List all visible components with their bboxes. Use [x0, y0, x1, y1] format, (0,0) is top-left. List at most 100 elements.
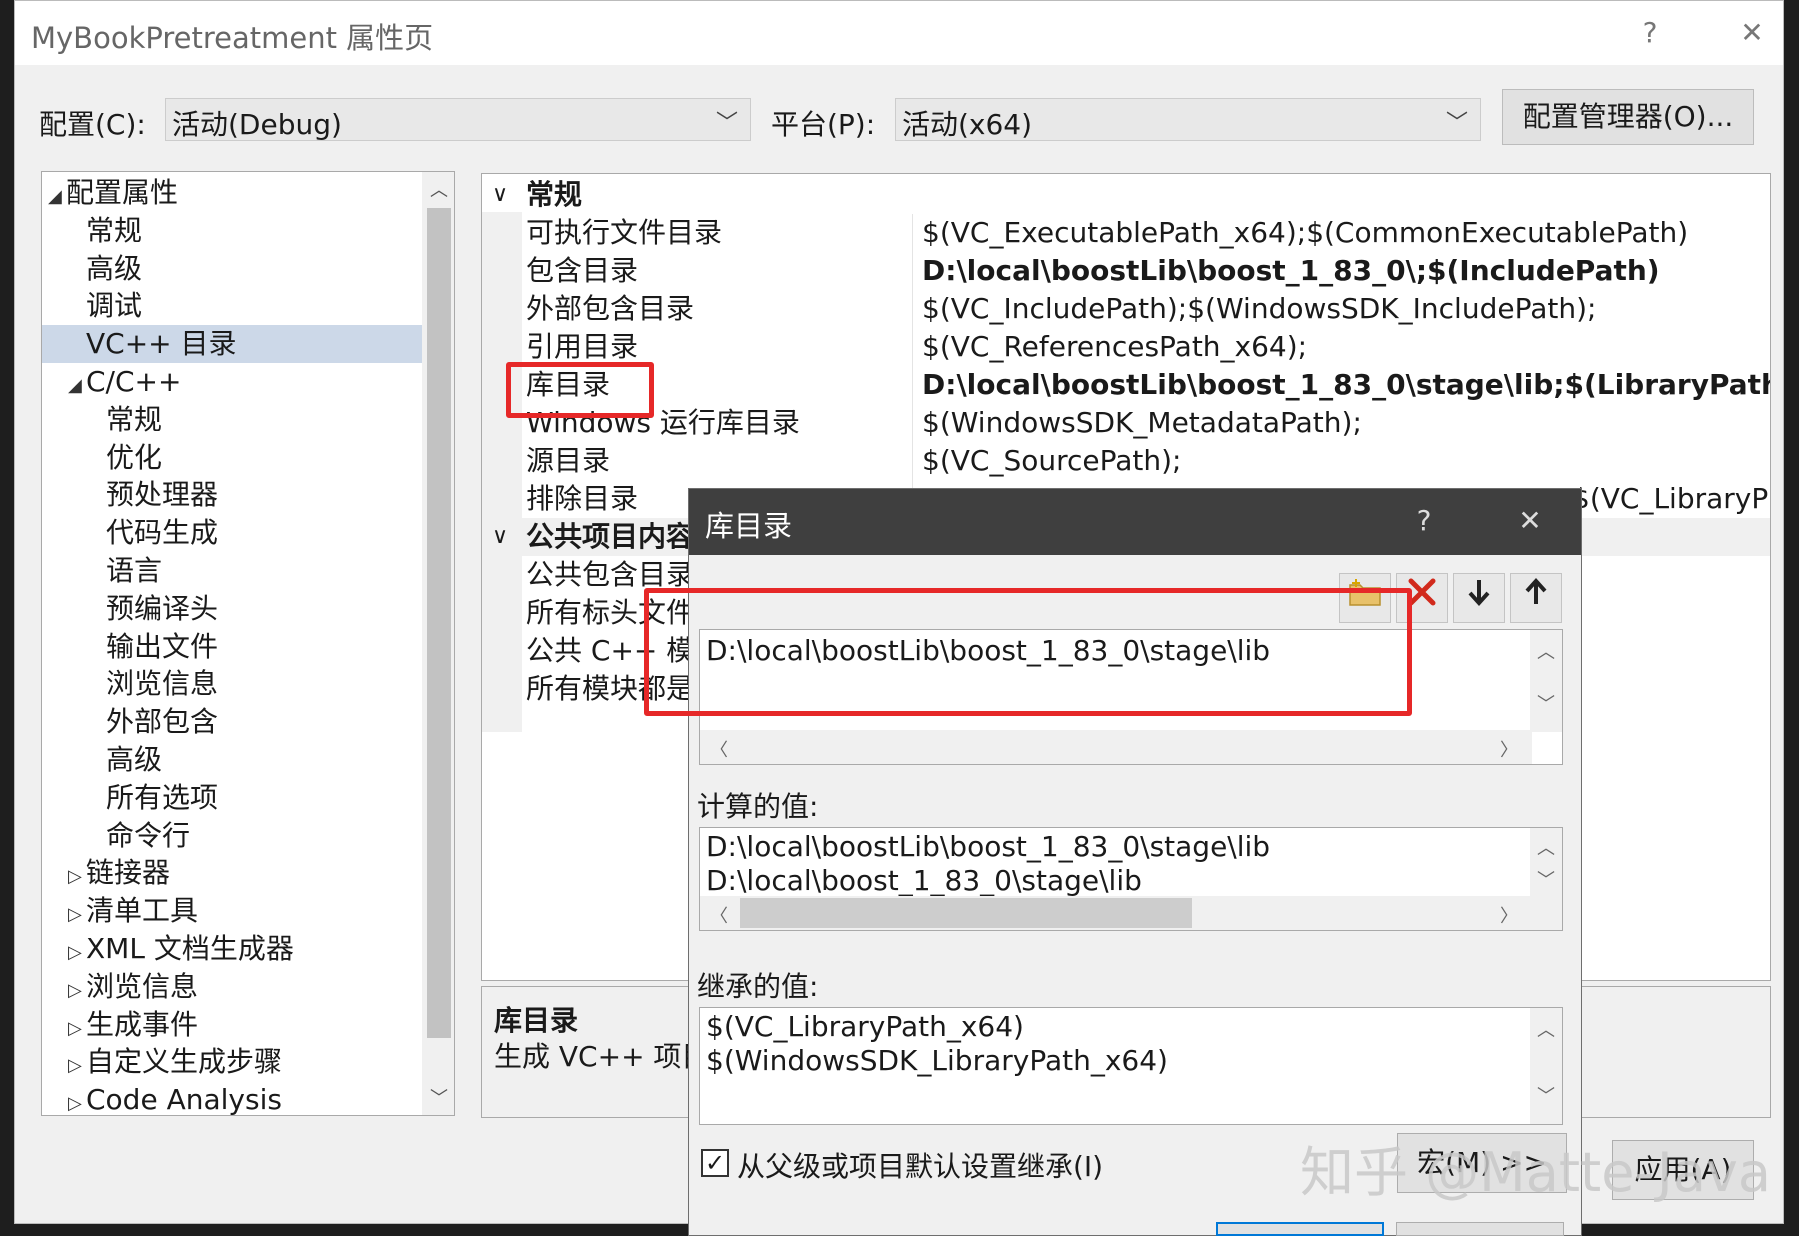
- inherit-checkbox[interactable]: ✓: [701, 1149, 729, 1177]
- column-divider[interactable]: [912, 252, 913, 290]
- computed-hscroll-thumb[interactable]: [740, 898, 1192, 928]
- computed-hscroll[interactable]: 〈 〉: [700, 896, 1562, 930]
- tree-item[interactable]: ◢ 配置属性: [42, 174, 422, 212]
- config-combo[interactable]: 活动(Debug) ﹀: [165, 98, 751, 141]
- chevron-right-icon[interactable]: 〉: [1500, 902, 1518, 928]
- list-item[interactable]: $(VC_LibraryPath_x64): [706, 1010, 1024, 1044]
- tree-item[interactable]: ▷ 清单工具: [42, 892, 422, 930]
- tree-item[interactable]: 外部包含: [42, 703, 422, 741]
- list-item[interactable]: D:\local\boost_1_83_0\stage\lib: [706, 864, 1142, 898]
- expander-icon[interactable]: ▷: [68, 972, 86, 1010]
- chevron-down-icon[interactable]: ∨: [492, 518, 508, 556]
- computed-values-box[interactable]: D:\local\boostLib\boost_1_83_0\stage\lib…: [699, 827, 1563, 931]
- chevron-right-icon[interactable]: 〉: [1500, 736, 1518, 762]
- tree-scrollbar[interactable]: ︿ ﹀: [422, 172, 454, 1115]
- expander-icon[interactable]: ▷: [68, 1085, 86, 1115]
- property-value[interactable]: $(VC_LibraryP: [1572, 480, 1768, 518]
- category-general[interactable]: ∨ 常规: [482, 176, 1770, 214]
- cancel-button[interactable]: [1396, 1222, 1564, 1236]
- expander-icon[interactable]: ◢: [68, 367, 86, 405]
- computed-vscroll[interactable]: ︿ ﹀: [1530, 828, 1562, 898]
- tree-scroll-thumb[interactable]: [427, 208, 451, 1038]
- list-item[interactable]: D:\local\boostLib\boost_1_83_0\stage\lib: [706, 830, 1270, 864]
- tree-item[interactable]: 调试: [42, 287, 422, 325]
- close-icon[interactable]: ✕: [1505, 499, 1555, 543]
- chevron-up-icon[interactable]: ︿: [430, 176, 448, 202]
- tree-item[interactable]: 预处理器: [42, 476, 422, 514]
- tree-item[interactable]: 命令行: [42, 817, 422, 855]
- move-up-icon[interactable]: [1510, 573, 1562, 623]
- tree-item[interactable]: VC++ 目录: [42, 325, 422, 364]
- chevron-left-icon[interactable]: 〈: [710, 736, 728, 762]
- column-divider[interactable]: [912, 442, 913, 480]
- chevron-down-icon[interactable]: ﹀: [1530, 1082, 1562, 1108]
- entries-vscroll[interactable]: ︿ ﹀: [1530, 630, 1562, 732]
- expander-icon[interactable]: ▷: [68, 1010, 86, 1048]
- move-down-icon[interactable]: [1453, 573, 1505, 623]
- inherited-values-box[interactable]: $(VC_LibraryPath_x64) $(WindowsSDK_Librar…: [699, 1007, 1563, 1125]
- column-divider[interactable]: [912, 328, 913, 366]
- tree-item[interactable]: 常规: [42, 212, 422, 250]
- property-value[interactable]: $(WindowsSDK_MetadataPath);: [922, 404, 1362, 442]
- property-row[interactable]: 包含目录 D:\local\boostLib\boost_1_83_0\;$(In…: [482, 252, 1770, 290]
- property-row[interactable]: 引用目录 $(VC_ReferencesPath_x64);: [482, 328, 1770, 366]
- property-value[interactable]: $(VC_ExecutablePath_x64);$(CommonExecuta…: [922, 214, 1688, 252]
- tree-item[interactable]: ▷ Code Analysis: [42, 1081, 422, 1115]
- close-icon[interactable]: ✕: [1727, 11, 1777, 55]
- column-divider[interactable]: [912, 290, 913, 328]
- property-value[interactable]: $(VC_IncludePath);$(WindowsSDK_IncludePa…: [922, 290, 1596, 328]
- tree-item-label: 语言: [106, 554, 163, 587]
- ok-button[interactable]: [1216, 1222, 1384, 1236]
- tree-item[interactable]: ▷ XML 文档生成器: [42, 930, 422, 968]
- column-divider[interactable]: [912, 366, 913, 404]
- inherited-vscroll[interactable]: ︿ ﹀: [1530, 1008, 1562, 1124]
- expander-icon[interactable]: ◢: [48, 178, 66, 216]
- property-value[interactable]: $(VC_SourcePath);: [922, 442, 1181, 480]
- property-value[interactable]: $(VC_ReferencesPath_x64);: [922, 328, 1307, 366]
- chevron-up-icon[interactable]: ︿: [1530, 638, 1562, 664]
- expander-icon[interactable]: ▷: [68, 1047, 86, 1085]
- help-icon[interactable]: ?: [1399, 499, 1449, 543]
- expander-icon[interactable]: ▷: [68, 934, 86, 972]
- property-row[interactable]: 可执行文件目录 $(VC_ExecutablePath_x64);$(Common…: [482, 214, 1770, 252]
- tree-item[interactable]: ◢ C/C++: [42, 363, 422, 401]
- tree-item[interactable]: 浏览信息: [42, 665, 422, 703]
- property-name: 外部包含目录: [526, 292, 695, 325]
- entries-hscroll[interactable]: 〈 〉: [700, 730, 1532, 764]
- tree-item[interactable]: ▷ 浏览信息: [42, 968, 422, 1006]
- tree-item[interactable]: 输出文件: [42, 628, 422, 666]
- property-row[interactable]: 外部包含目录 $(VC_IncludePath);$(WindowsSDK_Inc…: [482, 290, 1770, 328]
- tree-item[interactable]: 预编译头: [42, 590, 422, 628]
- tree-item[interactable]: 语言: [42, 552, 422, 590]
- property-row[interactable]: 库目录 D:\local\boostLib\boost_1_83_0\stage\…: [482, 366, 1770, 404]
- chevron-down-icon[interactable]: ﹀: [430, 1084, 448, 1110]
- expander-icon[interactable]: ▷: [68, 896, 86, 934]
- property-row[interactable]: 源目录 $(VC_SourcePath);: [482, 442, 1770, 480]
- column-divider[interactable]: [912, 214, 913, 252]
- expander-icon[interactable]: ▷: [68, 858, 86, 896]
- property-row[interactable]: Windows 运行库目录 $(WindowsSDK_MetadataPath);: [482, 404, 1770, 442]
- tree-item[interactable]: ▷ 链接器: [42, 854, 422, 892]
- tree-item-label: 配置属性: [66, 176, 179, 209]
- chevron-left-icon[interactable]: 〈: [710, 902, 728, 928]
- config-manager-button[interactable]: 配置管理器(O)...: [1502, 89, 1754, 145]
- tree-item[interactable]: 优化: [42, 439, 422, 477]
- chevron-down-icon[interactable]: ﹀: [1530, 866, 1562, 892]
- tree-item[interactable]: 高级: [42, 250, 422, 288]
- tree-item[interactable]: ▷ 自定义生成步骤: [42, 1043, 422, 1081]
- chevron-down-icon[interactable]: ∨: [492, 176, 508, 214]
- platform-combo[interactable]: 活动(x64) ﹀: [895, 98, 1481, 141]
- tree-item[interactable]: ▷ 生成事件: [42, 1006, 422, 1044]
- tree-item[interactable]: 常规: [42, 401, 422, 439]
- help-icon[interactable]: ?: [1625, 11, 1675, 55]
- list-item[interactable]: $(WindowsSDK_LibraryPath_x64): [706, 1044, 1168, 1078]
- column-divider[interactable]: [912, 404, 913, 442]
- chevron-down-icon[interactable]: ﹀: [1530, 690, 1562, 716]
- chevron-up-icon[interactable]: ︿: [1530, 1016, 1562, 1042]
- property-value[interactable]: D:\local\boostLib\boost_1_83_0\stage\lib…: [922, 366, 1770, 404]
- tree-item[interactable]: 所有选项: [42, 779, 422, 817]
- tree-item[interactable]: 高级: [42, 741, 422, 779]
- property-value[interactable]: D:\local\boostLib\boost_1_83_0\;$(Includ…: [922, 252, 1660, 290]
- chevron-up-icon[interactable]: ︿: [1530, 834, 1562, 860]
- tree-item[interactable]: 代码生成: [42, 514, 422, 552]
